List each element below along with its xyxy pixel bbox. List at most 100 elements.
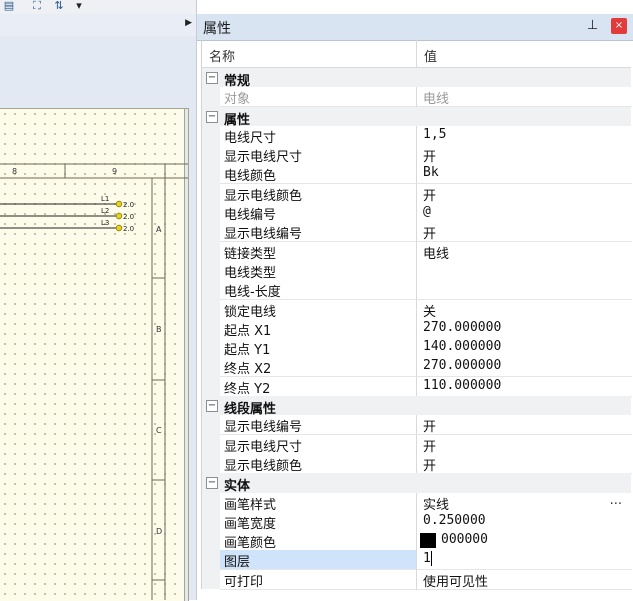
collapse-icon[interactable]: − bbox=[206, 72, 218, 84]
property-name-cell[interactable]: 电线编号 bbox=[220, 203, 416, 224]
ellipsis-button[interactable]: ... bbox=[610, 493, 622, 508]
property-value-cell[interactable]: 关 bbox=[416, 299, 632, 320]
property-name-cell[interactable]: 画笔样式 bbox=[220, 492, 416, 513]
property-name-cell[interactable]: 起点 X1 bbox=[220, 318, 416, 339]
property-row[interactable]: 显示电线尺寸 开 bbox=[202, 434, 632, 455]
property-value-cell[interactable]: 开 bbox=[416, 415, 632, 436]
property-value-cell[interactable]: 140.000000 bbox=[416, 338, 632, 359]
property-row[interactable]: 链接类型 电线 bbox=[202, 241, 632, 262]
property-name: 电线颜色 bbox=[224, 169, 277, 185]
property-value-cell[interactable]: 1,5 bbox=[416, 125, 632, 146]
property-name-cell[interactable]: 显示电线颜色 bbox=[220, 183, 416, 204]
property-value-cell[interactable]: 使用可见性 bbox=[416, 569, 632, 590]
category-row[interactable]: − 实体 bbox=[202, 473, 631, 494]
close-button[interactable]: × bbox=[611, 18, 627, 34]
property-value-cell[interactable]: 实线... bbox=[416, 492, 632, 513]
property-row[interactable]: 画笔宽度 0.250000 bbox=[202, 511, 632, 532]
property-row[interactable]: 显示电线颜色 开 bbox=[202, 183, 632, 204]
collapse-icon[interactable]: − bbox=[206, 477, 218, 490]
property-name-cell[interactable]: 显示电线尺寸 bbox=[220, 145, 416, 166]
property-row[interactable]: 电线尺寸 1,5 bbox=[202, 125, 632, 146]
category-row[interactable]: − 线段属性 bbox=[202, 396, 631, 418]
property-name-cell[interactable]: 起点 Y1 bbox=[220, 338, 416, 359]
property-name-cell[interactable]: 显示电线尺寸 bbox=[220, 434, 416, 455]
pin-icon[interactable]: ⊥ bbox=[587, 18, 598, 33]
schematic-drawing[interactable]: 8 9 A B C D L1 L2 L3 2.0 2.0 2.0 bbox=[0, 108, 192, 600]
property-value: Bk bbox=[423, 165, 439, 181]
property-value-cell[interactable] bbox=[416, 280, 632, 301]
property-value: 开 bbox=[423, 188, 437, 204]
property-row[interactable]: 电线类型 bbox=[202, 260, 632, 281]
hierarchy-icon[interactable]: ⛶ bbox=[30, 0, 44, 12]
property-name-cell[interactable]: 显示电线编号 bbox=[220, 222, 416, 243]
property-name-cell[interactable]: 电线类型 bbox=[220, 260, 416, 281]
property-row[interactable]: 显示电线尺寸 开 bbox=[202, 145, 632, 166]
property-row[interactable]: 电线-长度 bbox=[202, 280, 632, 301]
header-separator[interactable] bbox=[416, 40, 417, 67]
property-name-cell[interactable]: 显示电线编号 bbox=[220, 415, 416, 436]
property-name-cell[interactable]: 锁定电线 bbox=[220, 299, 416, 320]
property-name-cell[interactable]: 电线颜色 bbox=[220, 164, 416, 185]
property-row[interactable]: 对象 电线 bbox=[202, 87, 632, 108]
property-value-cell[interactable]: Bk bbox=[416, 164, 632, 185]
property-value-cell[interactable]: 1 bbox=[416, 550, 632, 571]
property-row[interactable]: 画笔颜色 000000 bbox=[202, 531, 632, 552]
property-value-cell[interactable] bbox=[416, 260, 632, 281]
column-label: 9 bbox=[112, 167, 117, 176]
property-name-cell[interactable]: 电线-长度 bbox=[220, 280, 416, 301]
category-row[interactable]: − 属性 bbox=[202, 106, 631, 128]
property-row[interactable]: 显示电线颜色 开 bbox=[202, 453, 632, 474]
property-value-cell[interactable]: 开 bbox=[416, 434, 632, 455]
property-row[interactable]: 终点 X2 270.000000 bbox=[202, 357, 632, 378]
property-value-cell[interactable]: 开 bbox=[416, 222, 632, 243]
property-name-cell[interactable]: 画笔宽度 bbox=[220, 511, 416, 532]
property-row[interactable]: 图层 1 bbox=[202, 550, 632, 571]
wire-end-marker[interactable] bbox=[115, 212, 123, 220]
property-name: 显示电线尺寸 bbox=[224, 439, 303, 455]
property-name-cell[interactable]: 显示电线颜色 bbox=[220, 453, 416, 474]
property-name-cell[interactable]: 对象 bbox=[220, 87, 416, 108]
expand-arrow-icon[interactable]: ▶ bbox=[185, 18, 192, 28]
property-value-cell[interactable]: 270.000000 bbox=[416, 357, 632, 378]
property-value-input[interactable]: 1 bbox=[423, 551, 432, 567]
property-value-cell[interactable]: @ bbox=[416, 203, 632, 224]
property-name-cell[interactable]: 画笔颜色 bbox=[220, 531, 416, 552]
property-name-cell[interactable]: 终点 Y2 bbox=[220, 376, 416, 397]
property-row[interactable]: 显示电线编号 开 bbox=[202, 415, 632, 436]
property-value-cell[interactable]: 270.000000 bbox=[416, 318, 632, 339]
property-value-cell[interactable]: 110.000000 bbox=[416, 376, 632, 397]
color-swatch[interactable] bbox=[420, 533, 436, 549]
property-name-cell[interactable]: 图层 bbox=[220, 550, 416, 571]
property-value-cell[interactable]: 开 bbox=[416, 183, 632, 204]
property-row[interactable]: 起点 Y1 140.000000 bbox=[202, 338, 632, 359]
sort-icon[interactable]: ⇅ bbox=[52, 0, 66, 12]
property-row[interactable]: 电线颜色 Bk bbox=[202, 164, 632, 185]
table-icon[interactable]: ▤ bbox=[2, 0, 16, 12]
property-row[interactable]: 锁定电线 关 bbox=[202, 299, 632, 320]
property-value-cell[interactable]: 开 bbox=[416, 453, 632, 474]
dropdown-arrow-icon[interactable]: ▾ bbox=[72, 0, 86, 12]
category-row[interactable]: − 常规 bbox=[202, 68, 631, 89]
wire-end-marker[interactable] bbox=[115, 200, 123, 208]
category-label: 线段属性 bbox=[224, 402, 277, 418]
property-value-cell[interactable]: 000000 bbox=[416, 531, 632, 552]
property-name: 显示电线颜色 bbox=[224, 458, 303, 474]
property-value-cell[interactable]: 电线 bbox=[416, 87, 632, 108]
property-row[interactable]: 显示电线编号 开 bbox=[202, 222, 632, 243]
property-value-cell[interactable]: 0.250000 bbox=[416, 511, 632, 532]
property-name-cell[interactable]: 终点 X2 bbox=[220, 357, 416, 378]
property-value-cell[interactable]: 电线 bbox=[416, 241, 632, 262]
property-row[interactable]: 电线编号 @ bbox=[202, 203, 632, 224]
property-row[interactable]: 画笔样式 实线... bbox=[202, 492, 632, 513]
property-name-cell[interactable]: 链接类型 bbox=[220, 241, 416, 262]
property-name-cell[interactable]: 可打印 bbox=[220, 569, 416, 590]
wire-end-marker[interactable] bbox=[115, 224, 123, 232]
property-value-cell[interactable]: 开 bbox=[416, 145, 632, 166]
collapse-icon[interactable]: − bbox=[206, 110, 218, 123]
property-row[interactable]: 可打印 使用可见性 bbox=[202, 569, 632, 590]
wire-label: L1 bbox=[101, 195, 109, 203]
property-name-cell[interactable]: 电线尺寸 bbox=[220, 125, 416, 146]
property-row[interactable]: 起点 X1 270.000000 bbox=[202, 318, 632, 339]
collapse-icon[interactable]: − bbox=[206, 400, 218, 413]
property-row[interactable]: 终点 Y2 110.000000 bbox=[202, 376, 632, 397]
